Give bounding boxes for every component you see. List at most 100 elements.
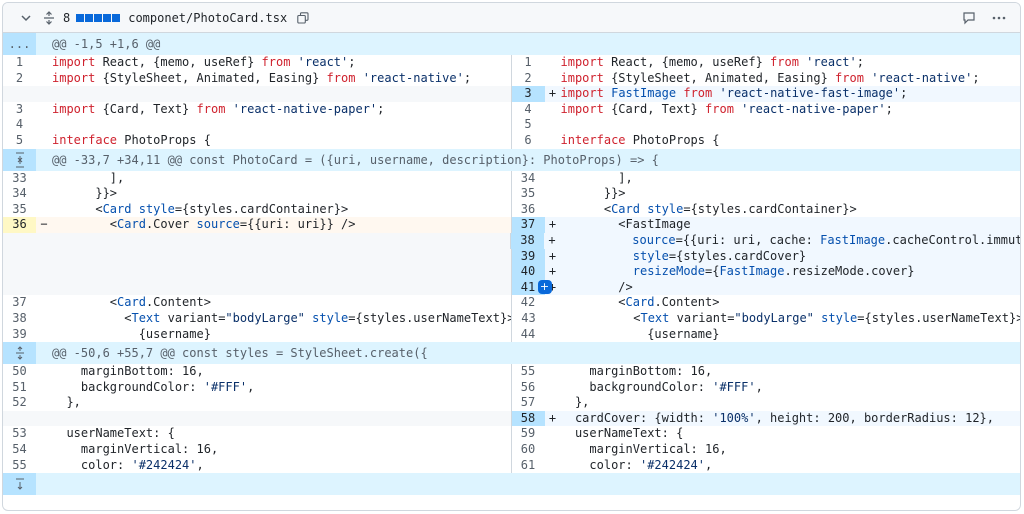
expand-both-icon[interactable]: [14, 151, 26, 169]
diff-marker: [545, 186, 561, 202]
diff-body: ... @@ -1,5 +1,6 @@ 1 import React, {memo, …: [3, 33, 1021, 496]
left-code: [52, 280, 511, 296]
left-line-number[interactable]: [3, 280, 36, 296]
right-code: import FastImage from 'react-native-fast…: [560, 86, 908, 101]
left-line-number[interactable]: 4: [3, 117, 36, 133]
diff-marker: [545, 311, 561, 327]
left-line-number[interactable]: 55: [3, 458, 36, 474]
left-line-number[interactable]: 34: [3, 186, 36, 202]
left-line-number[interactable]: [3, 249, 36, 265]
right-code: userNameText: {: [560, 426, 684, 441]
left-line-number[interactable]: 3: [3, 102, 36, 118]
right-line-number[interactable]: 36: [512, 202, 545, 218]
hunk-expand-gutter[interactable]: [3, 342, 36, 365]
diff-line: 38 + source={{uri: uri, cache: FastImage.…: [3, 232, 1020, 249]
left-line-number[interactable]: 54: [3, 442, 36, 458]
diff-marker: [545, 458, 561, 474]
left-line-number[interactable]: 39: [3, 327, 36, 343]
left-line-number[interactable]: [3, 86, 36, 102]
right-line: 56 backgroundColor: '#FFF',: [512, 380, 1021, 396]
right-line-number[interactable]: 58: [511, 410, 545, 427]
diff-marker: [36, 411, 52, 427]
right-line: 59 userNameText: {: [512, 426, 1021, 442]
expand-down-icon[interactable]: [14, 477, 26, 491]
diff-line: 51 backgroundColor: '#FFF', 56 background…: [3, 379, 1021, 396]
diff-line: 39 {username} 44 {username}: [3, 326, 1020, 343]
diff-marker: [545, 395, 561, 411]
right-line-number[interactable]: 37: [511, 217, 545, 233]
diff-line: 1 import React, {memo, useRef} from 'reac…: [3, 55, 1020, 71]
left-code: [52, 264, 511, 280]
right-line-number[interactable]: 59: [512, 426, 545, 442]
right-line-number[interactable]: 6: [512, 133, 545, 149]
left-line: 50 marginBottom: 16,: [3, 364, 512, 380]
unfold-icon[interactable]: [41, 9, 57, 27]
file-path[interactable]: componet/PhotoCard.tsx: [128, 11, 287, 25]
right-code: cardCover: {width: '100%', height: 200, …: [560, 410, 994, 425]
add-comment-button[interactable]: +: [537, 279, 552, 294]
left-code: [52, 117, 511, 133]
left-code: import {Card, Text} from 'react-native-p…: [52, 101, 385, 116]
left-line-number[interactable]: [3, 264, 36, 280]
left-code: [52, 411, 511, 427]
diff-marker: −: [40, 217, 48, 232]
diff-marker: [545, 71, 561, 87]
right-line-number[interactable]: 56: [512, 380, 545, 396]
right-line-number[interactable]: 39: [511, 248, 545, 265]
right-line-number[interactable]: 60: [512, 442, 545, 458]
left-line-number[interactable]: 52: [3, 395, 36, 411]
left-line-number[interactable]: 1: [3, 55, 36, 71]
copy-icon[interactable]: [295, 10, 311, 26]
left-line-number[interactable]: 38: [3, 311, 36, 327]
right-line-number[interactable]: 1: [512, 55, 545, 71]
right-line-number[interactable]: 61: [512, 458, 545, 474]
left-line-number[interactable]: 51: [3, 380, 36, 396]
right-code: />: [560, 279, 633, 294]
left-line-number[interactable]: 36: [3, 217, 36, 233]
diff-line: 36− <Card.Cover source={{uri: uri}} /> 37…: [3, 217, 1020, 233]
right-code: ],: [560, 170, 633, 185]
right-code: style={styles.cardCover}: [632, 248, 807, 263]
right-code: <Card.Content>: [560, 295, 720, 310]
expand-icon[interactable]: [14, 346, 26, 360]
right-line-number[interactable]: 5: [512, 117, 545, 133]
right-code: <FastImage: [560, 217, 691, 232]
left-line-number[interactable]: 2: [3, 71, 36, 87]
right-line-number[interactable]: 38: [511, 232, 544, 249]
right-line-number[interactable]: 34: [512, 171, 545, 187]
diff-line: 39 + style={styles.cardCover}: [3, 248, 1020, 265]
comment-icon[interactable]: [960, 9, 978, 27]
left-line-number[interactable]: 35: [3, 202, 36, 218]
hunk-expand-gutter[interactable]: ...: [3, 33, 36, 55]
right-line-number[interactable]: 42: [512, 295, 545, 311]
left-code: marginVertical: 16,: [52, 442, 219, 457]
left-line-number[interactable]: 33: [3, 171, 36, 187]
hunk-expand-gutter[interactable]: [3, 148, 36, 171]
left-code: <Card.Content>: [52, 295, 211, 310]
left-line: [3, 279, 512, 296]
right-line-number[interactable]: 57: [512, 395, 545, 411]
right-line-number[interactable]: 4: [512, 102, 545, 118]
left-line-number[interactable]: 53: [3, 426, 36, 442]
right-code: import React, {memo, useRef} from 'react…: [560, 55, 864, 69]
right-line-number[interactable]: 55: [512, 364, 545, 380]
right-line-number[interactable]: 2: [512, 71, 545, 87]
chevron-down-icon[interactable]: [17, 9, 35, 27]
right-line-number[interactable]: 43: [512, 311, 545, 327]
left-line-number[interactable]: 37: [3, 295, 36, 311]
right-line-number[interactable]: 3: [511, 86, 545, 102]
left-line-number[interactable]: [3, 411, 36, 427]
left-line-number[interactable]: 50: [3, 364, 36, 380]
right-line-number[interactable]: 44: [512, 327, 545, 343]
right-line-number[interactable]: 35: [512, 186, 545, 202]
left-line-number[interactable]: [3, 233, 36, 249]
expand-all-icon[interactable]: ...: [9, 33, 31, 55]
left-line-number[interactable]: 5: [3, 133, 36, 149]
diff-marker: [36, 311, 52, 327]
left-line: [3, 264, 512, 280]
left-line: [3, 86, 512, 102]
right-line-number[interactable]: 40: [511, 264, 545, 280]
more-options-icon[interactable]: [990, 9, 1008, 27]
left-line: 35 <Card style={styles.cardContainer}>: [3, 201, 512, 218]
hunk-expand-gutter[interactable]: [3, 473, 36, 496]
